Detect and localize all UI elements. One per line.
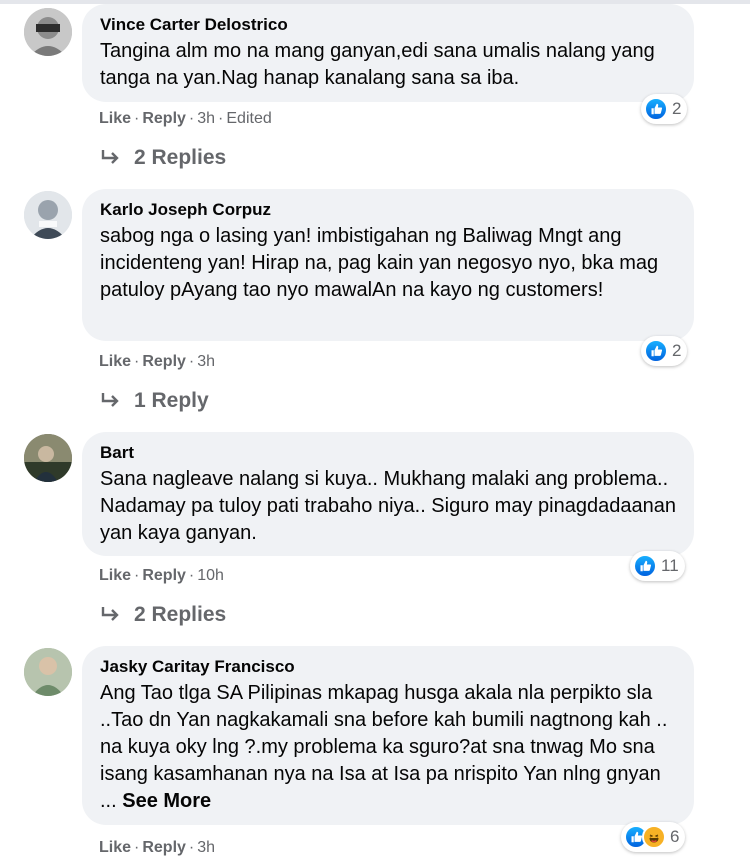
reply-arrow-icon: [101, 150, 119, 164]
avatar[interactable]: [24, 434, 72, 482]
like-icon: [633, 554, 657, 578]
comment-actions: Like · Reply · 3h: [99, 839, 216, 856]
comment-actions: Like · Reply · 10h: [99, 567, 224, 584]
reaction-count: 2: [672, 341, 682, 360]
reaction-summary[interactable]: 6: [621, 822, 686, 852]
reaction-count: 11: [661, 556, 679, 575]
replies-label: 1 Reply: [134, 389, 209, 412]
reply-button[interactable]: Reply: [142, 110, 186, 127]
haha-icon: [642, 825, 666, 849]
comment-text: Sana nagleave nalang si kuya.. Mukhang m…: [100, 468, 676, 544]
like-icon: [644, 97, 668, 121]
timestamp[interactable]: 3h: [197, 353, 215, 370]
view-replies-link[interactable]: 2 Replies: [100, 146, 226, 170]
see-more-link[interactable]: See More: [122, 790, 211, 812]
reply-arrow-icon: [101, 607, 119, 621]
like-button[interactable]: Like: [99, 110, 131, 127]
comment-bubble: Bart Sana nagleave nalang si kuya.. Mukh…: [82, 432, 694, 556]
view-replies-link[interactable]: 1 Reply: [100, 389, 209, 413]
reply-arrow-icon: [101, 393, 119, 407]
timestamp[interactable]: 3h: [197, 839, 215, 856]
edited-label: Edited: [226, 110, 272, 127]
like-icon: [644, 339, 668, 363]
like-button[interactable]: Like: [99, 567, 131, 584]
comment-author[interactable]: Bart: [100, 442, 676, 464]
reply-button[interactable]: Reply: [142, 353, 186, 370]
reaction-summary[interactable]: 11: [630, 551, 685, 581]
reaction-count: 2: [672, 99, 682, 118]
replies-label: 2 Replies: [134, 603, 227, 626]
comment-actions: Like · Reply · 3h: [99, 353, 216, 370]
view-replies-link[interactable]: 2 Replies: [100, 603, 226, 627]
reaction-summary[interactable]: 2: [641, 336, 688, 366]
comment-bubble: Karlo Joseph Corpuz sabog nga o lasing y…: [82, 189, 694, 341]
comment-bubble: Vince Carter Delostrico Tangina alm mo n…: [82, 4, 694, 102]
like-button[interactable]: Like: [99, 839, 131, 856]
reply-button[interactable]: Reply: [142, 567, 186, 584]
comment-author[interactable]: Vince Carter Delostrico: [100, 14, 676, 36]
replies-label: 2 Replies: [134, 146, 227, 169]
avatar[interactable]: [24, 8, 72, 56]
comment-text: Tangina alm mo na mang ganyan,edi sana u…: [100, 40, 655, 89]
comment-bubble: Jasky Caritay Francisco Ang Tao tlga SA …: [82, 646, 694, 825]
comment-actions: Like · Reply · 3h · Edited: [99, 110, 272, 127]
reaction-summary[interactable]: 2: [641, 94, 688, 124]
comment-author[interactable]: Jasky Caritay Francisco: [100, 656, 676, 678]
timestamp[interactable]: 3h: [197, 110, 215, 127]
avatar[interactable]: [24, 648, 72, 696]
comment-text: sabog nga o lasing yan! imbistigahan ng …: [100, 225, 659, 301]
like-button[interactable]: Like: [99, 353, 131, 370]
reply-button[interactable]: Reply: [142, 839, 186, 856]
comment-author[interactable]: Karlo Joseph Corpuz: [100, 199, 676, 221]
comment-text: Ang Tao tlga SA Pilipinas mkapag husga a…: [100, 680, 676, 815]
avatar[interactable]: [24, 191, 72, 239]
reaction-count: 6: [670, 827, 680, 846]
timestamp[interactable]: 10h: [197, 567, 224, 584]
